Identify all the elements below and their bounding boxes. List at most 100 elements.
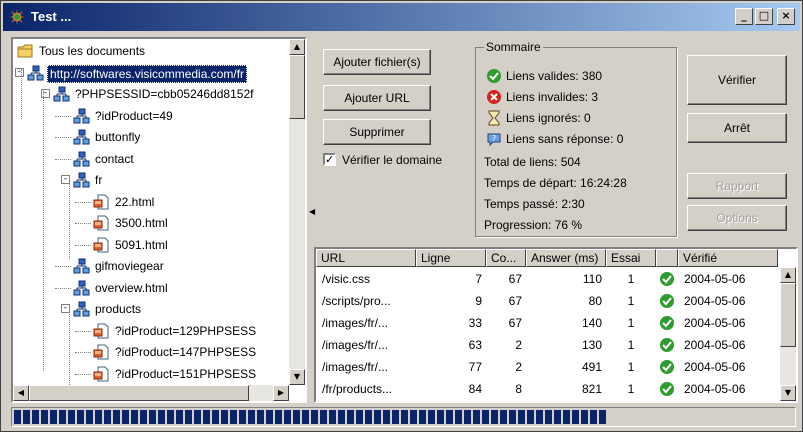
table-cell: 130	[581, 338, 602, 352]
table-row[interactable]: /scripts/pro... 9 67 80 1 2004-05-06	[316, 291, 778, 311]
column-header[interactable]: Answer (ms)	[526, 249, 606, 267]
table-row[interactable]: /images/fr/... 33 67 140 1 2004-05-06	[316, 313, 778, 333]
tree-item[interactable]: buttonfly	[13, 127, 289, 147]
table-cell: 7	[475, 272, 482, 286]
tree-connector	[75, 201, 91, 203]
column-header[interactable]: Vérifié	[678, 249, 778, 267]
add-files-button[interactable]: Ajouter fichier(s)	[323, 49, 431, 75]
maximize-button[interactable]: □	[755, 8, 773, 25]
document-tree[interactable]: Tous les documents - http://softwares.visi…	[11, 37, 307, 403]
sitemap-icon	[73, 280, 90, 296]
table-scroll-up-icon[interactable]: ▲	[780, 267, 796, 283]
table-cell: 33	[468, 316, 482, 330]
table-cell: 2	[515, 360, 522, 374]
tree-horizontal-scrollbar[interactable]: ◀ ▶	[13, 385, 289, 401]
start-time-text: Temps de départ: 16:24:28	[484, 176, 627, 190]
minimize-button[interactable]: _	[735, 8, 753, 25]
column-header[interactable]: Co...	[486, 249, 526, 267]
add-url-label: Ajouter URL	[344, 91, 410, 105]
table-cell: /scripts/pro...	[322, 294, 391, 308]
column-header[interactable]	[656, 249, 678, 267]
tree-item[interactable]: contact	[13, 149, 289, 169]
table-vertical-scrollbar[interactable]: ▲ ▼	[780, 267, 796, 401]
table-row[interactable]: /visic.css 7 67 110 1 2004-05-06	[316, 269, 778, 289]
column-header[interactable]: Ligne	[416, 249, 486, 267]
tree-item-label: overview.html	[95, 280, 168, 295]
progress-segment	[545, 410, 552, 424]
tree-item-label: 3500.html	[115, 216, 168, 230]
tree-connector	[75, 373, 91, 375]
delete-button[interactable]: Supprimer	[323, 119, 431, 145]
tree-item[interactable]: ?idProduct=129PHPSESS	[13, 321, 289, 341]
table-cell: 67	[508, 316, 522, 330]
results-table[interactable]: URL Ligne Co... Answer (ms) Essai Vérifié /vi…	[314, 247, 798, 403]
progress-segment	[176, 410, 183, 424]
tree-item[interactable]: gifmoviegear	[13, 256, 289, 276]
table-cell: 84	[468, 382, 482, 396]
tree-item[interactable]: ?idProduct=147PHPSESS	[13, 342, 289, 362]
progress-segment	[536, 410, 543, 424]
progress-segment	[248, 410, 255, 424]
progress-segment	[140, 410, 147, 424]
table-row[interactable]: /images/fr/... 77 2 491 1 2004-05-06	[316, 357, 778, 377]
progress-segment	[356, 410, 363, 424]
progress-segment	[473, 410, 480, 424]
stop-button[interactable]: Arrêt	[687, 113, 787, 143]
tree-item[interactable]: overview.html	[13, 278, 289, 298]
tree-hscroll-thumb[interactable]	[29, 385, 249, 401]
add-url-button[interactable]: Ajouter URL	[323, 85, 431, 111]
tree-scroll-thumb[interactable]	[289, 55, 305, 119]
tree-item[interactable]: - http://softwares.visicommedia.com/fr	[13, 63, 289, 83]
column-header[interactable]: URL	[316, 249, 416, 267]
scroll-down-icon[interactable]: ▼	[289, 369, 305, 385]
table-cell: 67	[508, 272, 522, 286]
options-button[interactable]: Options	[687, 205, 787, 231]
scroll-left-icon[interactable]: ◀	[13, 385, 29, 401]
progress-segment	[203, 410, 210, 424]
tree-item[interactable]: 22.html	[13, 192, 289, 212]
progress-segment	[581, 410, 588, 424]
progress-segment	[194, 410, 201, 424]
column-header[interactable]: Essai	[606, 249, 656, 267]
progress-segment	[59, 410, 66, 424]
table-cell: 1	[627, 360, 635, 374]
tree-item-label: Tous les documents	[39, 44, 146, 58]
close-button[interactable]: ×	[777, 8, 795, 25]
tree-connector	[55, 137, 71, 138]
progress-segment	[428, 410, 435, 424]
table-scroll-thumb[interactable]	[780, 283, 796, 347]
tree-connector	[55, 287, 71, 289]
sitemap-icon	[73, 129, 90, 145]
tree-item[interactable]: - ?PHPSESSID=cbb05246dd8152f	[13, 84, 289, 104]
total-links-text: Total de liens: 504	[484, 155, 581, 169]
progress-segment	[104, 410, 111, 424]
tree-item[interactable]: 3500.html	[13, 213, 289, 233]
progress-segment	[113, 410, 120, 424]
tree-item[interactable]: - fr	[13, 170, 289, 190]
table-cell: 2	[515, 338, 522, 352]
title-bar[interactable]: Test ... _ □ ×	[3, 3, 800, 31]
table-row[interactable]: /images/fr/... 63 2 130 1 2004-05-06	[316, 335, 778, 355]
tree-item[interactable]: ?idProduct=151PHPSESS	[13, 364, 289, 384]
tree-vertical-scrollbar[interactable]: ▲ ▼	[289, 39, 305, 385]
tree-item[interactable]: ?idProduct=49	[13, 106, 289, 126]
check-circle-icon	[659, 293, 675, 309]
table-scroll-down-icon[interactable]: ▼	[780, 385, 796, 401]
app-window: Test ... _ □ × Tous les documents - http:/…	[0, 0, 803, 432]
checkmark-icon[interactable]: ✓	[323, 153, 336, 166]
progress-segment	[491, 410, 498, 424]
scroll-right-icon[interactable]: ▶	[273, 385, 289, 401]
progress-segment	[455, 410, 462, 424]
progress-segment	[518, 410, 525, 424]
tree-item[interactable]: Tous les documents	[13, 41, 289, 61]
report-button[interactable]: Rapport	[687, 173, 787, 199]
tree-item[interactable]: 5091.html	[13, 235, 289, 255]
verify-button[interactable]: Vérifier	[687, 55, 787, 105]
scroll-up-icon[interactable]: ▲	[289, 39, 305, 55]
tree-item[interactable]: - products	[13, 299, 289, 319]
collapse-icon[interactable]: -	[15, 67, 24, 77]
table-row[interactable]: /fr/products... 84 8 821 1 2004-05-06	[316, 379, 778, 399]
sitemap-icon	[73, 151, 90, 167]
progress-segment	[383, 410, 390, 424]
window-title: Test ...	[31, 9, 72, 24]
